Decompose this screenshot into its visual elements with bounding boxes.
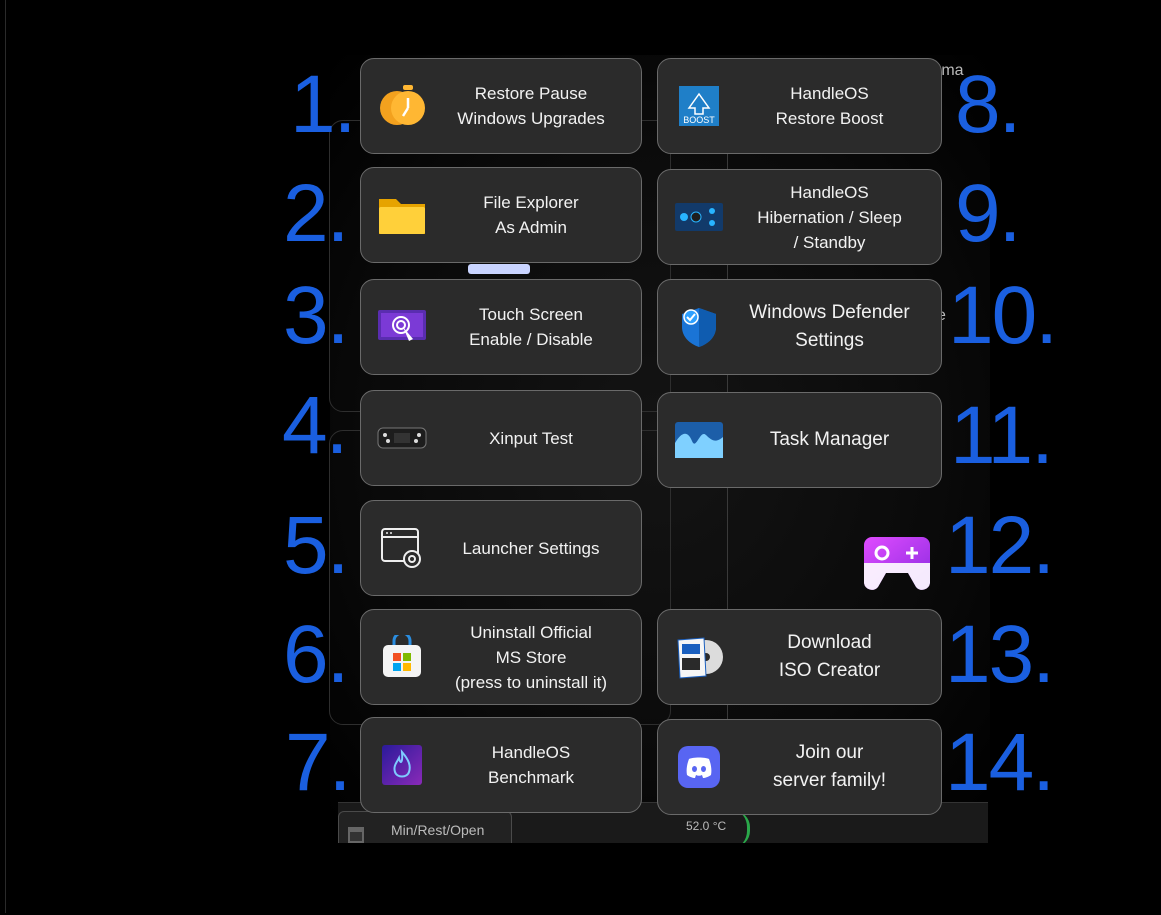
card-label-line: Restore Pause — [474, 84, 588, 103]
min-rest-open-label: Min/Rest/Open — [391, 822, 485, 838]
number-label-14: 14. — [945, 717, 1055, 808]
task-manager-icon — [674, 415, 724, 465]
window-settings-icon — [377, 523, 427, 573]
number-label-2: 2. — [283, 168, 349, 259]
card-label-line: MS Store — [495, 647, 567, 667]
min-rest-open-button[interactable]: Min/Rest/Open — [338, 811, 512, 843]
card-label-line: Download — [787, 632, 872, 653]
restore-pause-windows-upgrades-button[interactable]: Restore Pause Windows Upgrades — [360, 58, 642, 154]
card-label-line: HandleOS — [491, 743, 571, 762]
number-label-13: 13. — [945, 609, 1055, 700]
number-label-1: 1. — [290, 59, 356, 150]
card-label-line: Windows Upgrades — [457, 109, 605, 128]
launcher-settings-button[interactable]: Launcher Settings — [360, 500, 642, 596]
number-label-9: 9. — [955, 168, 1021, 259]
uninstall-ms-store-button[interactable]: Uninstall Official MS Store (press to un… — [360, 609, 642, 705]
handleos-restore-boost-button[interactable]: BOOST HandleOS Restore Boost — [657, 58, 942, 154]
power-panel-icon — [674, 192, 724, 242]
defender-shield-icon — [674, 302, 724, 352]
number-label-4: 4. — [282, 380, 348, 471]
card-label-line: Restore Boost — [775, 109, 884, 128]
temperature-readout: 52.0 °C — [686, 819, 727, 833]
windows-defender-settings-button[interactable]: Windows Defender Settings — [657, 279, 942, 375]
monitor-stand-icon — [468, 264, 530, 274]
number-label-5: 5. — [283, 500, 349, 591]
number-label-10: 10. — [948, 270, 1058, 361]
card-label-line: Touch Screen — [479, 305, 583, 324]
card-label-line: HandleOS — [790, 84, 869, 103]
number-label-12: 12. — [945, 500, 1055, 591]
card-label-line: File Explorer — [483, 193, 579, 212]
gamepad-device-icon — [377, 413, 427, 463]
number-label-8: 8. — [955, 59, 1021, 150]
download-iso-creator-button[interactable]: Download ISO Creator — [657, 609, 942, 705]
card-label-line: Hibernation / Sleep — [757, 207, 902, 227]
iso-disc-icon — [674, 632, 724, 682]
pause-clock-icon — [377, 81, 427, 131]
ms-store-icon — [377, 632, 427, 682]
discord-icon — [674, 742, 724, 792]
card-label-line: Task Manager — [769, 429, 890, 450]
window-icon — [348, 827, 364, 843]
boost-icon: BOOST — [674, 81, 724, 131]
join-discord-server-button[interactable]: Join our server family! — [657, 719, 942, 815]
game-launcher-icon[interactable] — [864, 533, 930, 591]
svg-text:BOOST: BOOST — [683, 115, 715, 125]
benchmark-flame-icon — [377, 740, 427, 790]
card-label-line: Benchmark — [488, 768, 574, 787]
card-label-line: As Admin — [495, 218, 567, 237]
card-label-line: Uninstall Official — [470, 622, 592, 642]
card-label-line: Windows Defender — [749, 302, 910, 323]
number-label-7: 7. — [285, 717, 351, 808]
touch-screen-icon — [377, 302, 427, 352]
card-label-line: ISO Creator — [778, 660, 881, 681]
card-label-line: Join our — [795, 742, 864, 763]
number-label-6: 6. — [283, 609, 349, 700]
handleos-benchmark-button[interactable]: HandleOS Benchmark — [360, 717, 642, 813]
file-explorer-as-admin-button[interactable]: File Explorer As Admin — [360, 167, 642, 263]
card-label-line: (press to uninstall it) — [454, 672, 608, 692]
touch-screen-toggle-button[interactable]: Touch Screen Enable / Disable — [360, 279, 642, 375]
card-label-line: Settings — [795, 330, 864, 351]
card-label-line: HandleOS — [790, 182, 869, 202]
card-label-line: server family! — [773, 770, 886, 791]
card-label-line: Xinput Test — [489, 428, 573, 448]
number-label-11: 11. — [950, 390, 1054, 481]
card-label-line: Enable / Disable — [469, 330, 593, 349]
card-label-line: Launcher Settings — [462, 538, 600, 558]
temperature-gauge — [733, 811, 750, 843]
card-label-line: / Standby — [793, 232, 866, 252]
xinput-test-button[interactable]: Xinput Test — [360, 390, 642, 486]
number-label-3: 3. — [283, 270, 349, 361]
task-manager-button[interactable]: Task Manager — [657, 392, 942, 488]
handleos-hibernation-sleep-standby-button[interactable]: HandleOS Hibernation / Sleep / Standby — [657, 169, 942, 265]
folder-icon — [377, 190, 427, 240]
